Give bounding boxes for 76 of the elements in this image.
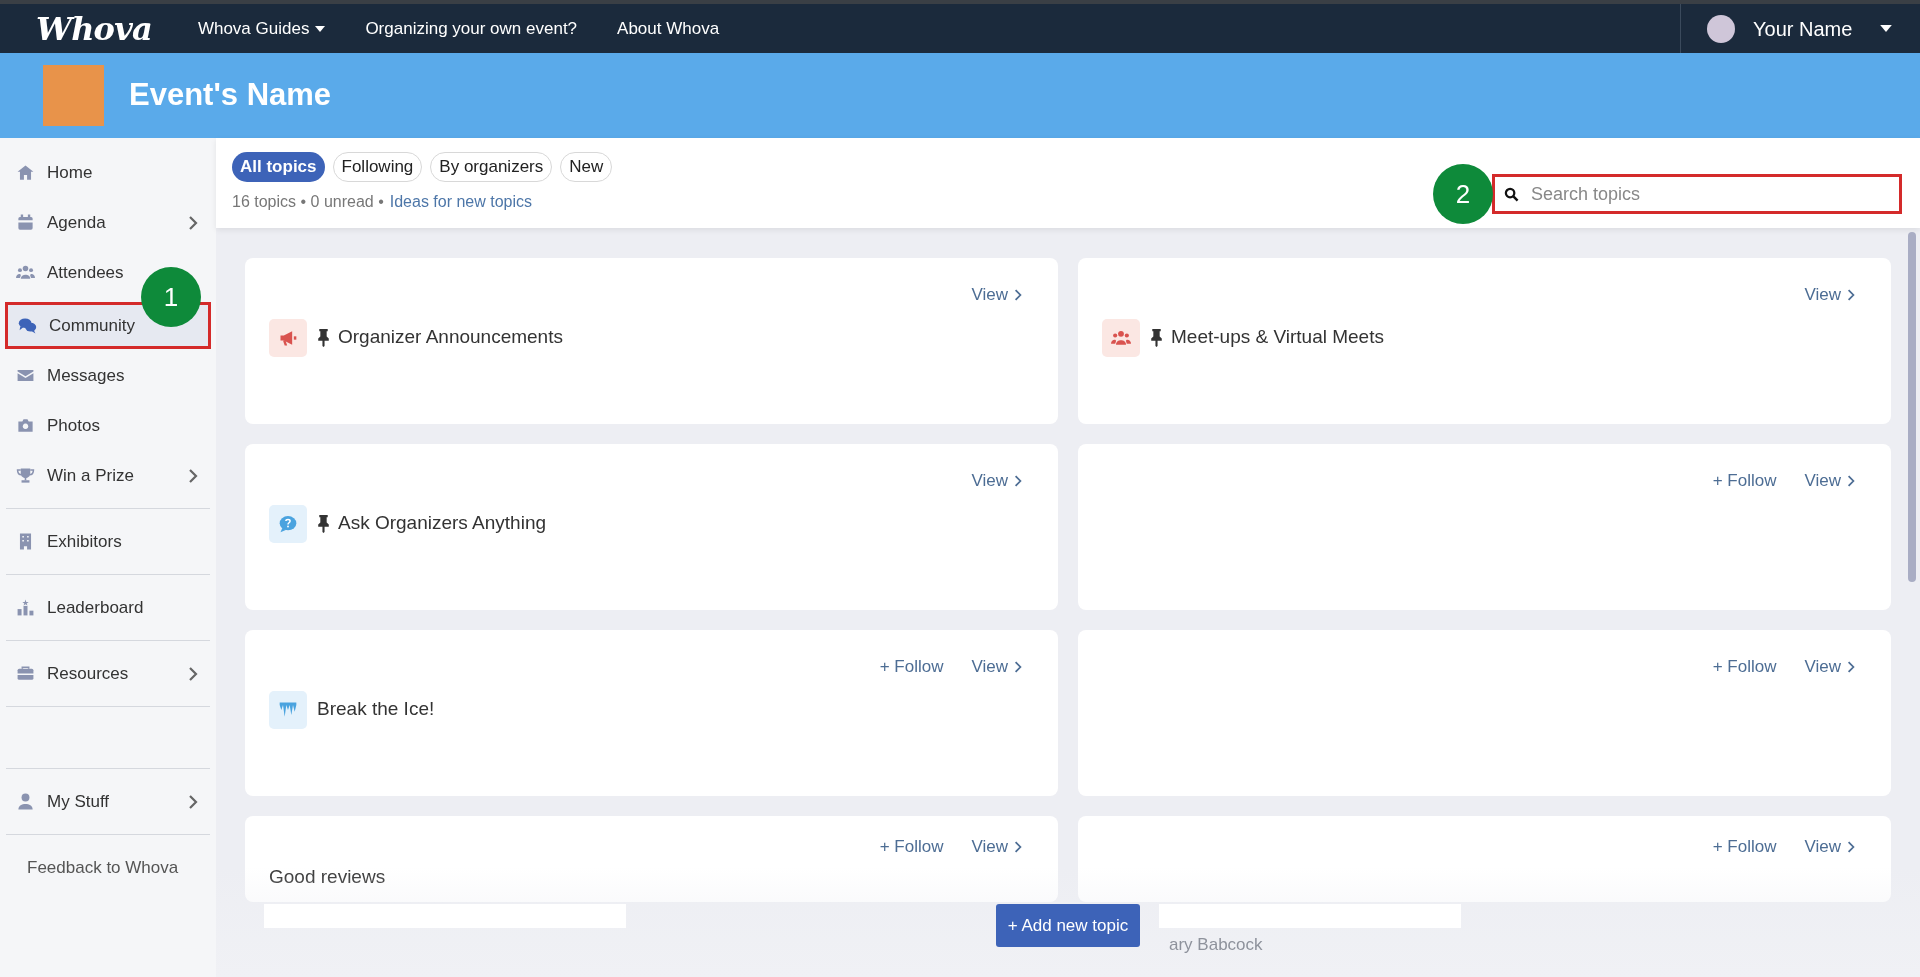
sidebar-item[interactable]: Messages — [6, 355, 127, 396]
podium-icon — [16, 598, 35, 617]
view-button[interactable]: View — [1804, 468, 1855, 494]
chevron-right-icon — [1014, 473, 1022, 488]
add-topic-button[interactable]: + Add new topic — [995, 904, 1141, 947]
chevron-right-icon — [1847, 659, 1855, 674]
view-button[interactable]: View — [1804, 654, 1855, 680]
topic-card[interactable]: View Organizer Announcements — [245, 258, 1058, 424]
calendar-icon — [16, 213, 35, 232]
sidebar-item[interactable]: Win a Prize — [6, 455, 210, 496]
home-icon — [16, 163, 35, 182]
chevron-right-icon — [1014, 659, 1022, 674]
ideas-link[interactable]: Ideas for new topics — [389, 190, 533, 214]
search-icon — [1504, 186, 1519, 202]
topic-count: 16 topics • 0 unread • — [232, 192, 384, 212]
topic-card[interactable]: View Meet-ups & Virtual Meets — [1078, 258, 1891, 424]
follow-button[interactable]: + Follow — [1712, 654, 1777, 680]
logo[interactable]: Whova — [36, 4, 152, 53]
view-button[interactable]: View — [1804, 834, 1855, 860]
people-icon — [16, 263, 35, 282]
sidebar-item[interactable]: Agenda — [6, 202, 210, 243]
chevron-right-icon — [1014, 287, 1022, 302]
filter-tab[interactable]: By organizers — [430, 152, 553, 182]
question-bubble-icon — [278, 513, 298, 534]
nav-link[interactable]: Whova Guides — [177, 15, 346, 42]
feedback-link[interactable]: Feedback to Whova — [27, 858, 179, 877]
view-button[interactable]: View — [971, 468, 1022, 494]
topic-title: Meet-ups & Virtual Meets — [1171, 325, 1384, 350]
chevron-right-icon — [1847, 839, 1855, 854]
sidebar-item[interactable]: Photos — [6, 405, 102, 446]
nav-link[interactable]: About Whova — [597, 15, 740, 42]
topic-card[interactable]: + Follow View Break the Ice! — [245, 630, 1058, 796]
view-button[interactable]: View — [971, 654, 1022, 680]
step-number-marker: 2 — [1433, 164, 1493, 224]
follow-button[interactable]: + Follow — [879, 654, 944, 680]
avatar[interactable] — [1707, 14, 1735, 43]
filter-tab[interactable]: New — [560, 152, 613, 182]
sidebar-item[interactable]: Exhibitors — [6, 521, 124, 562]
author-name: ary Babcock — [1169, 934, 1263, 956]
user-menu[interactable]: Your Name — [1753, 13, 1893, 44]
follow-button[interactable]: + Follow — [1712, 468, 1777, 494]
follow-button[interactable]: + Follow — [1712, 834, 1777, 860]
nav-link[interactable]: Organizing your own event? — [345, 15, 598, 42]
chevron-right-icon — [1847, 287, 1855, 302]
topic-title: Organizer Announcements — [338, 325, 563, 350]
follow-button[interactable]: + Follow — [879, 834, 944, 860]
topic-title: Ask Organizers Anything — [338, 511, 547, 536]
topic-card[interactable]: + Follow View — [1078, 630, 1891, 796]
event-logo-placeholder — [43, 65, 104, 126]
topic-card[interactable]: + Follow View — [1078, 444, 1891, 610]
user-icon — [16, 792, 35, 811]
view-button[interactable]: View — [971, 834, 1022, 860]
filter-tab[interactable]: Following — [332, 152, 423, 182]
sidebar-item[interactable]: Resources — [6, 653, 210, 694]
sidebar-item[interactable]: My Stuff — [6, 781, 210, 822]
briefcase-icon — [16, 664, 35, 683]
camera-icon — [16, 416, 35, 435]
chevron-right-icon — [1847, 473, 1855, 488]
chevron-right-icon — [1014, 839, 1022, 854]
sidebar-item[interactable]: Leaderboard — [6, 587, 146, 628]
view-button[interactable]: View — [1804, 282, 1855, 308]
sidebar-item[interactable]: Home — [6, 152, 95, 193]
caret-icon — [1880, 25, 1893, 32]
chat-bubbles-icon — [18, 316, 37, 335]
topic-card[interactable]: View Ask Organizers Anything — [245, 444, 1058, 610]
step-number-marker: 1 — [141, 267, 201, 327]
scrollbar-thumb[interactable] — [1908, 232, 1916, 582]
topic-card[interactable]: + Follow View — [1078, 816, 1891, 902]
filter-tab[interactable]: All topics — [232, 152, 325, 182]
topic-title: Good reviews — [269, 865, 386, 890]
trophy-icon — [16, 466, 35, 485]
sidebar-item[interactable]: Attendees — [6, 252, 126, 293]
topic-card[interactable]: + Follow View Good reviews — [245, 816, 1058, 902]
view-button[interactable]: View — [971, 282, 1022, 308]
event-name: Event's Name — [129, 76, 332, 115]
topic-title: Break the Ice! — [317, 697, 435, 722]
